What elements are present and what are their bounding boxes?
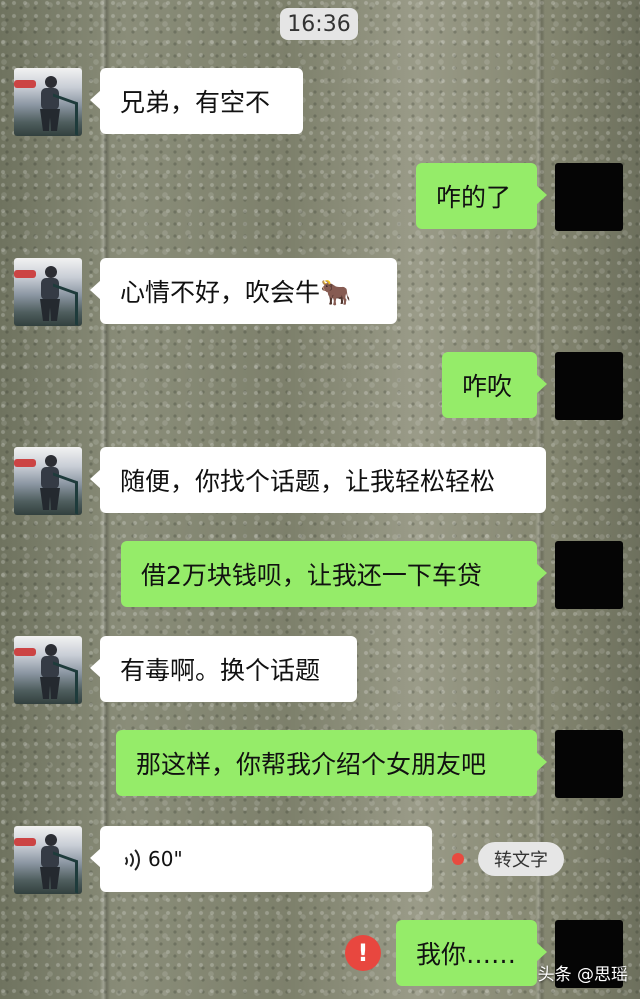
voice-message[interactable]: 60": [90, 826, 432, 892]
message-text: 心情不好，吹会牛🐂: [120, 278, 352, 307]
outgoing-message[interactable]: 咋吹: [442, 352, 547, 418]
my-avatar[interactable]: [555, 352, 623, 420]
unread-voice-dot: [452, 853, 464, 865]
message-text: 随便，你找个话题，让我轻松轻松: [120, 467, 496, 496]
transcribe-button[interactable]: 转文字: [478, 842, 564, 876]
message-text: 我你……: [416, 940, 517, 969]
voice-duration: 60": [148, 847, 183, 871]
message-text: 咋吹: [462, 372, 513, 401]
contact-avatar[interactable]: [14, 636, 82, 704]
my-avatar[interactable]: [555, 163, 623, 231]
timestamp: 16:36: [280, 8, 358, 40]
voice-wave-icon: [120, 845, 142, 875]
incoming-message[interactable]: 随便，你找个话题，让我轻松轻松: [90, 447, 546, 513]
contact-avatar[interactable]: [14, 68, 82, 136]
watermark: 头条 @思瑶: [537, 965, 628, 985]
contact-avatar[interactable]: [14, 447, 82, 515]
message-text: 兄弟，有空不: [120, 88, 271, 117]
message-text: 借2万块钱呗，让我还一下车贷: [141, 561, 482, 590]
outgoing-message[interactable]: 咋的了: [416, 163, 547, 229]
message-text: 有毒啊。换个话题: [120, 656, 321, 685]
incoming-message[interactable]: 心情不好，吹会牛🐂: [90, 258, 397, 324]
send-failed-icon[interactable]: !: [345, 935, 381, 971]
my-avatar[interactable]: [555, 541, 623, 609]
message-text: 咋的了: [436, 183, 512, 212]
contact-avatar[interactable]: [14, 826, 82, 894]
outgoing-message[interactable]: 那这样，你帮我介绍个女朋友吧: [116, 730, 547, 796]
incoming-message[interactable]: 有毒啊。换个话题: [90, 636, 357, 702]
my-avatar[interactable]: [555, 730, 623, 798]
outgoing-message[interactable]: 借2万块钱呗，让我还一下车贷: [121, 541, 547, 607]
message-text: 那这样，你帮我介绍个女朋友吧: [136, 750, 487, 779]
contact-avatar[interactable]: [14, 258, 82, 326]
outgoing-message[interactable]: 我你……: [396, 920, 547, 986]
incoming-message[interactable]: 兄弟，有空不: [90, 68, 303, 134]
